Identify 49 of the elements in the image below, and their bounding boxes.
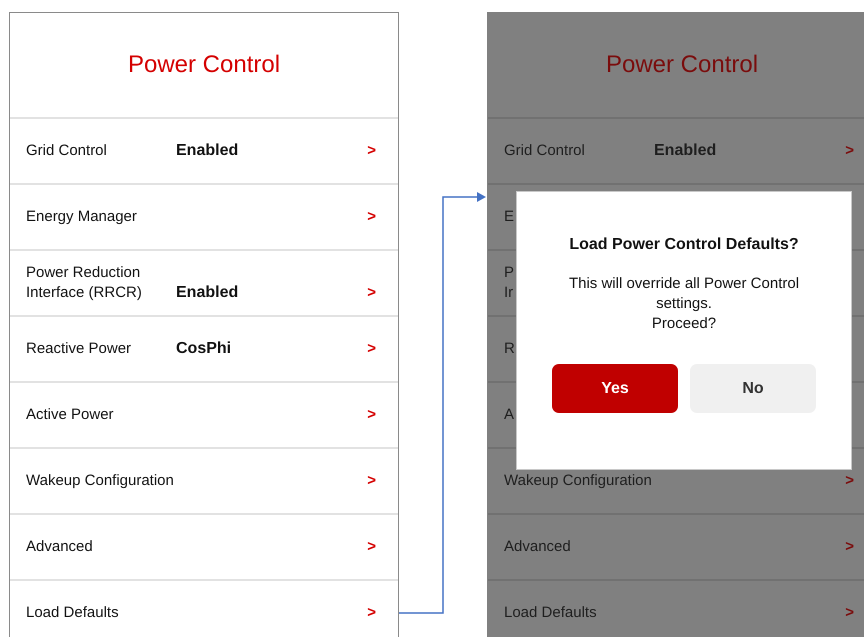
row-label: A <box>504 405 514 425</box>
chevron-icon: > <box>367 283 376 303</box>
row-label: R <box>504 339 515 359</box>
dialog-title: Load Power Control Defaults? <box>569 236 799 254</box>
menu-row[interactable]: Grid Control Enabled > <box>10 119 398 185</box>
row-label: Reactive Power <box>26 339 132 359</box>
chevron-icon: > <box>367 339 376 359</box>
chevron-icon: > <box>845 603 854 623</box>
menu-row[interactable]: Active Power > <box>10 383 398 449</box>
menu-row[interactable]: Wakeup Configuration > <box>10 449 398 515</box>
menu-row[interactable]: Power Reduction Interface (RRCR) Enabled > <box>10 251 398 317</box>
confirm-button[interactable]: Yes <box>552 364 678 413</box>
row-label: Grid Control <box>26 141 107 161</box>
chevron-icon: > <box>367 405 376 425</box>
menu-row[interactable]: Advanced > <box>10 515 398 581</box>
row-label: E <box>504 207 514 227</box>
chevron-icon: > <box>845 471 854 491</box>
row-label: Wakeup Configuration <box>26 471 174 491</box>
menu-row[interactable]: Grid Control Enabled > <box>488 119 864 185</box>
row-label: Active Power <box>26 405 114 425</box>
chevron-icon: > <box>367 207 376 227</box>
chevron-icon: > <box>367 537 376 557</box>
chevron-icon: > <box>845 537 854 557</box>
row-value: Enabled <box>176 141 238 161</box>
row-label: Load Defaults <box>26 603 119 623</box>
dialog-message: This will override all Power Control settings. Proceed? <box>568 274 800 334</box>
row-label: Power Reduction Interface (RRCR) <box>26 263 143 303</box>
menu-row[interactable]: Load Defaults > <box>488 581 864 637</box>
menu-row[interactable]: Reactive Power CosPhi > <box>10 317 398 383</box>
cancel-button[interactable]: No <box>690 364 816 413</box>
row-label: Grid Control <box>504 141 585 161</box>
row-label: Advanced <box>26 537 93 557</box>
row-label: Advanced <box>504 537 571 557</box>
row-label: P Ir <box>504 263 514 303</box>
row-label: Wakeup Configuration <box>504 471 652 491</box>
menu-row[interactable]: Advanced > <box>488 515 864 581</box>
chevron-icon: > <box>845 141 854 161</box>
screen-title: Power Control <box>128 51 280 79</box>
row-value: CosPhi <box>176 339 232 359</box>
chevron-icon: > <box>367 471 376 491</box>
menu-row[interactable]: Load Defaults > <box>10 581 398 637</box>
menu-row[interactable]: Energy Manager > <box>10 185 398 251</box>
row-label: Load Defaults <box>504 603 597 623</box>
screen-title: Power Control <box>606 51 758 79</box>
chevron-icon: > <box>367 603 376 623</box>
row-value: Enabled <box>654 141 716 161</box>
chevron-icon: > <box>367 141 376 161</box>
row-value: Enabled <box>176 283 238 303</box>
row-label: Energy Manager <box>26 207 137 227</box>
